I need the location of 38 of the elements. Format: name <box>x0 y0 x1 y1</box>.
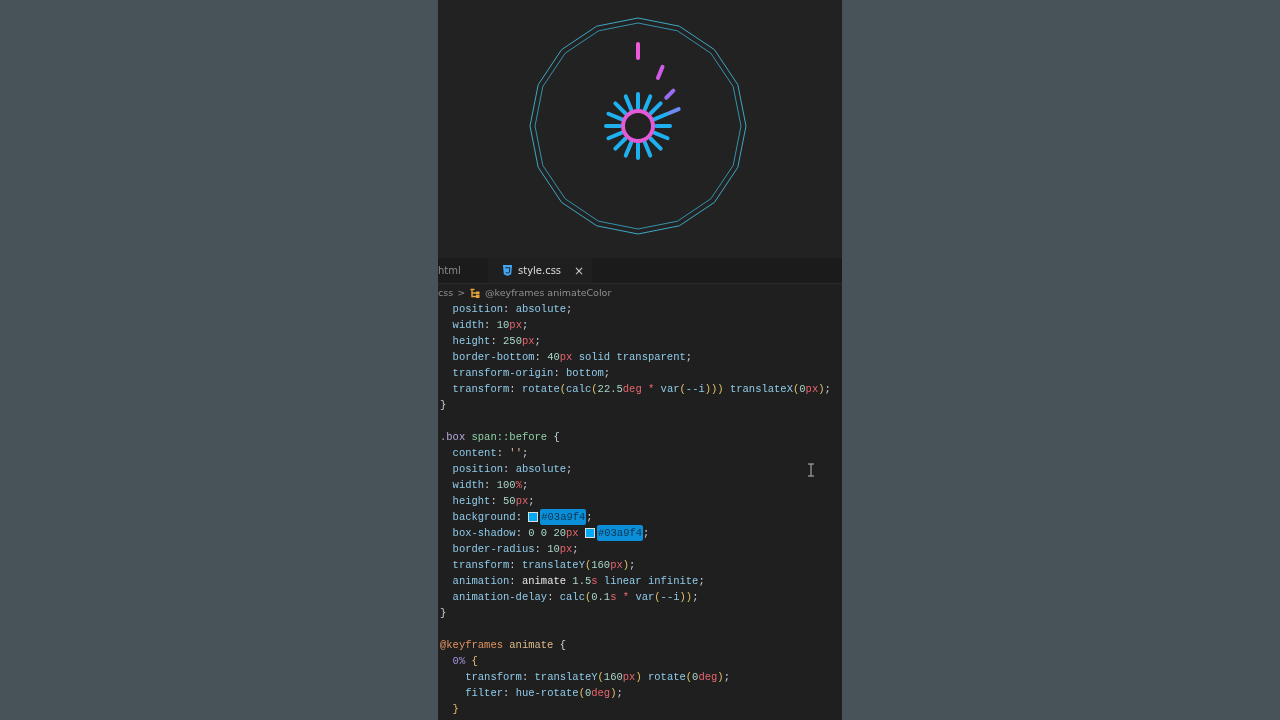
close-tab-button[interactable]: × <box>574 263 585 278</box>
code-line: } <box>451 702 459 717</box>
code-line: transform: rotate(calc(22.5deg * var(--i))) translateX(0px); <box>451 382 831 397</box>
code-text: ; <box>586 510 593 525</box>
structure-icon <box>469 286 482 299</box>
code-line: position: absolute; <box>451 462 573 477</box>
editor-tab[interactable]: style.css × <box>488 258 593 283</box>
code-text: background: <box>451 510 523 525</box>
css-file-icon <box>502 265 513 276</box>
code-line: height: 250px; <box>451 334 541 349</box>
code-line: animation-delay: calc(0.1s * var(--i)); <box>451 590 699 605</box>
code-line: filter: hue-rotate(0deg); <box>464 686 623 701</box>
code-text: box-shadow: 0 0 20px <box>451 526 580 541</box>
selected-text: #03a9f4 <box>596 525 644 541</box>
breadcrumb-item[interactable]: @keyframes animateColor <box>485 287 612 298</box>
code-line: transform: translateY(160px); <box>451 558 636 573</box>
code-line: 0% { <box>451 654 478 669</box>
text-cursor-icon <box>807 463 815 477</box>
code-line: height: 50px; <box>451 494 535 509</box>
code-line: width: 10px; <box>451 318 529 333</box>
code-line: } <box>440 606 447 621</box>
code-line: content: ''; <box>451 446 529 461</box>
code-line: .box span::before { <box>440 430 560 445</box>
code-line: transform: translateY(160px) rotate(0deg); <box>464 670 730 685</box>
breadcrumb-item[interactable]: > <box>457 287 466 298</box>
code-line: width: 100%; <box>451 478 529 493</box>
code-line: @keyframes animate { <box>440 638 567 653</box>
code-line: position: absolute; <box>451 302 573 317</box>
color-swatch-icon[interactable] <box>528 512 539 522</box>
code-line: } <box>440 398 447 413</box>
code-line: border-bottom: 40px solid transparent; <box>451 350 693 365</box>
color-swatch-icon[interactable] <box>584 528 595 538</box>
code-line: animation: animate 1.5s linear infinite; <box>451 574 705 589</box>
breadcrumb-item[interactable]: css <box>438 287 454 298</box>
code-text: ; <box>643 526 650 541</box>
code-line: transform-origin: bottom; <box>451 366 611 381</box>
selected-text: #03a9f4 <box>540 509 587 525</box>
code-line: border-radius: 10px; <box>451 542 579 557</box>
